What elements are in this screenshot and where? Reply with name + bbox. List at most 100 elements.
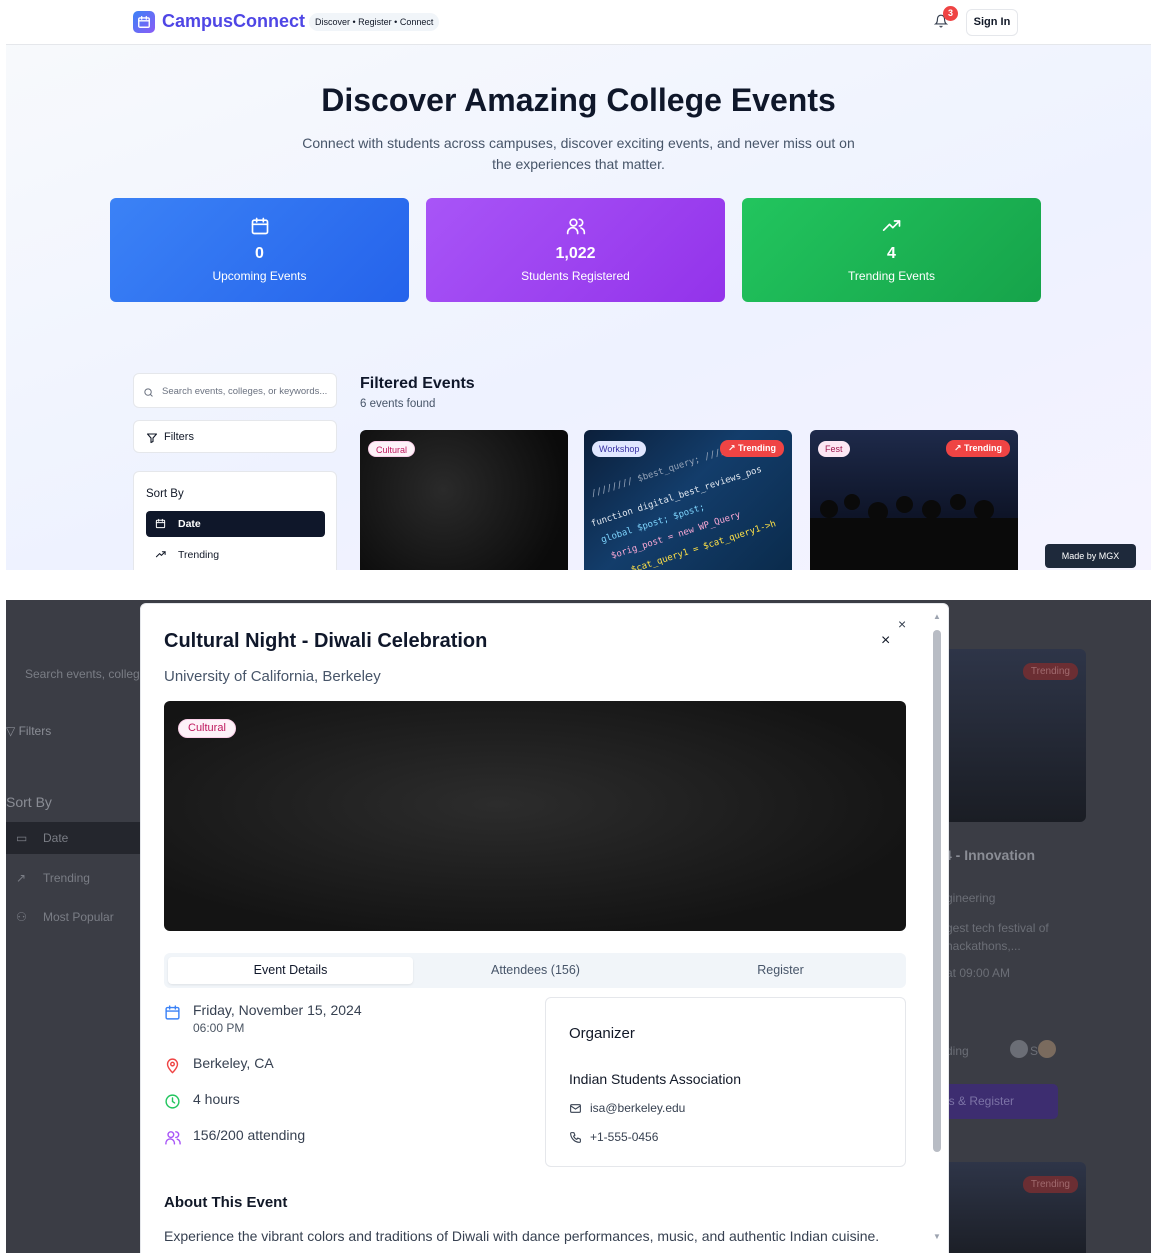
screenshot-divider	[0, 570, 1151, 600]
search-input[interactable]	[162, 382, 334, 400]
filters-button[interactable]: Filters	[133, 420, 337, 453]
mail-icon	[569, 1102, 582, 1120]
close-icon[interactable]: ×	[898, 616, 906, 632]
modal-tabs: Event Details Attendees (156) Register	[164, 953, 906, 988]
users-icon	[426, 216, 725, 236]
crowd-silhouette	[896, 496, 913, 513]
scrollbar-thumb[interactable]	[933, 630, 941, 1152]
sort-title: Sort By	[146, 488, 184, 500]
search-icon	[143, 385, 154, 403]
bg-card-time: at 09:00 AM	[946, 966, 1011, 980]
bg-card-title: 4 - Innovation	[944, 847, 1035, 863]
trending-badge: ↗ Trending	[719, 440, 784, 457]
organizer-name: Indian Students Association	[569, 1071, 742, 1087]
about-text: Experience the vibrant colors and tradit…	[164, 1228, 880, 1244]
organizer-heading: Organizer	[569, 1025, 635, 1042]
event-details-modal: × × Cultural Night - Diwali Celebration …	[140, 603, 949, 1253]
tagline-badge: Discover • Register • Connect	[309, 13, 440, 31]
crowd-silhouette	[950, 494, 966, 510]
bg-avatar-initial: S	[1030, 1044, 1039, 1058]
organizer-card: Organizer Indian Students Association is…	[545, 997, 906, 1167]
bg-card-dept: gineering	[946, 891, 996, 905]
bg-avatar	[1010, 1040, 1028, 1058]
stat-value: 0	[255, 245, 264, 262]
filters-label: Filters	[164, 431, 194, 443]
clock-icon	[164, 1093, 181, 1115]
category-badge: Fest	[818, 441, 850, 457]
crowd-silhouette	[844, 494, 860, 510]
bg-users-icon: ⚇	[16, 910, 27, 924]
scroll-down-arrow[interactable]: ▼	[933, 1232, 941, 1241]
trending-badge: ↗ Trending	[945, 440, 1010, 457]
event-duration: 4 hours	[193, 1091, 240, 1107]
calendar-icon	[155, 518, 166, 532]
tab-attendees[interactable]: Attendees (156)	[413, 957, 658, 984]
category-badge: Cultural	[368, 441, 416, 457]
event-date: Friday, November 15, 2024	[193, 1002, 362, 1018]
top-navbar: CampusConnect Discover • Register • Conn…	[6, 0, 1151, 45]
map-pin-icon	[164, 1057, 181, 1079]
bg-date-label: Date	[43, 831, 69, 845]
bg-card-attending: ding	[946, 1044, 969, 1058]
sign-in-button[interactable]: Sign In	[966, 9, 1018, 36]
event-time: 06:00 PM	[193, 1021, 245, 1035]
logo-calendar-icon[interactable]	[133, 11, 155, 33]
trending-label: Trending	[964, 443, 1002, 453]
bg-most-popular-label: Most Popular	[43, 910, 114, 924]
event-hero-image: Cultural	[164, 701, 906, 931]
bg-register-button: ls & Register	[936, 1084, 1058, 1119]
trending-label: Trending	[738, 443, 776, 453]
bg-avatar	[1038, 1040, 1056, 1058]
sort-item-trending[interactable]: Trending	[146, 542, 325, 568]
modal-scrollbar[interactable]: ▲ ▼	[931, 612, 942, 1252]
crowd-silhouette	[922, 500, 941, 519]
stat-label: Trending Events	[848, 269, 935, 283]
event-card-cultural[interactable]: Cultural	[360, 430, 568, 570]
event-modal-view: Search events, colleg ▽ Filters Sort By …	[6, 600, 1151, 1253]
tab-register[interactable]: Register	[658, 957, 903, 984]
category-badge: Cultural	[178, 719, 236, 738]
scroll-up-arrow[interactable]: ▲	[933, 612, 941, 621]
organizer-email[interactable]: isa@berkeley.edu	[590, 1101, 685, 1115]
sort-item-label: Trending	[178, 549, 220, 561]
bg-trending-badge: Trending	[1022, 1176, 1078, 1193]
event-attending: 156/200 attending	[193, 1127, 306, 1143]
bg-search-text: Search events, colleg	[25, 667, 140, 681]
event-card-fest[interactable]: Fest ↗ Trending	[810, 430, 1018, 570]
trending-up-icon	[742, 216, 1041, 236]
tab-event-details[interactable]: Event Details	[168, 957, 413, 984]
sort-item-date[interactable]: Date	[146, 511, 325, 537]
bg-card-desc-2: hackathons,...	[946, 939, 1021, 953]
close-button[interactable]: ×	[881, 632, 890, 650]
calendar-icon	[164, 1004, 181, 1026]
stat-label: Upcoming Events	[212, 269, 307, 283]
notification-badge: 3	[943, 6, 958, 21]
bg-calendar-icon: ▭	[16, 831, 28, 845]
about-heading: About This Event	[164, 1194, 288, 1211]
bg-sort-by: Sort By	[6, 794, 52, 810]
bg-card-desc-1: gest tech festival of	[946, 921, 1049, 935]
made-by-badge[interactable]: Made by MGX	[1045, 544, 1136, 568]
users-icon	[164, 1129, 182, 1151]
bg-filters-label: Filters	[18, 724, 52, 738]
brand-name[interactable]: CampusConnect	[162, 11, 305, 32]
trending-up-icon	[155, 549, 167, 563]
stat-card-upcoming: 0 Upcoming Events	[110, 198, 409, 302]
category-badge: Workshop	[592, 441, 647, 457]
bg-trending-badge: Trending	[1022, 663, 1078, 680]
hero-title: Discover Amazing College Events	[321, 82, 836, 118]
event-card-workshop[interactable]: function digital_best_reviews_pos global…	[584, 430, 792, 570]
crowd-base	[810, 518, 1018, 570]
filtered-events-title: Filtered Events	[360, 375, 475, 392]
bg-sort-date-row: ▭ Date	[6, 822, 146, 854]
bg-event-image: Trending	[936, 649, 1086, 822]
hero-subtitle: Connect with students across campuses, d…	[302, 135, 855, 172]
sort-card: Sort By Date Trending	[133, 471, 337, 570]
phone-icon	[569, 1131, 582, 1149]
modal-title: Cultural Night - Diwali Celebration	[164, 630, 488, 652]
organizer-phone[interactable]: +1-555-0456	[590, 1130, 658, 1144]
modal-college: University of California, Berkeley	[164, 668, 381, 685]
event-location: Berkeley, CA	[193, 1055, 274, 1071]
crowd-silhouette	[974, 500, 994, 520]
stat-value: 1,022	[555, 245, 596, 262]
